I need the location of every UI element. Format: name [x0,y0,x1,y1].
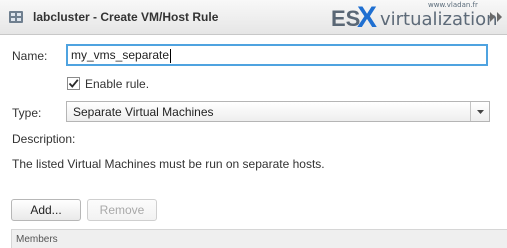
enable-rule-checkbox[interactable] [67,77,80,90]
members-table-header: Members [11,229,507,248]
type-select-value: Separate Virtual Machines [73,105,214,119]
watermark-logo-es: ES [331,6,361,31]
name-input[interactable]: my_vms_separate [66,44,488,66]
type-select[interactable]: Separate Virtual Machines [66,101,490,122]
description-label: Description: [12,132,76,146]
remove-button[interactable]: Remove [87,199,157,221]
watermark-logo-x: X [357,1,378,34]
members-column-header[interactable]: Members [16,234,58,245]
dialog-title: labcluster - Create VM/Host Rule [33,10,219,24]
type-dropdown-button[interactable] [470,102,489,121]
description-text: The listed Virtual Machines must be run … [12,157,325,171]
add-button[interactable]: Add... [11,199,81,221]
type-label: Type: [12,106,42,120]
text-caret [170,48,172,63]
name-label: Name: [12,49,48,63]
cluster-icon [9,11,23,23]
name-input-value: my_vms_separate [71,48,170,62]
double-chevron-right-icon[interactable] [488,11,504,23]
enable-rule-label[interactable]: Enable rule. [85,77,149,91]
checkmark-icon [68,79,79,88]
watermark-url: www.vladan.fr [428,1,478,9]
dropdown-arrow-icon [477,110,484,114]
watermark-logo-text: virtualization [380,9,498,30]
dialog-title-bar: labcluster - Create VM/Host Rule ES X vi… [0,0,507,35]
